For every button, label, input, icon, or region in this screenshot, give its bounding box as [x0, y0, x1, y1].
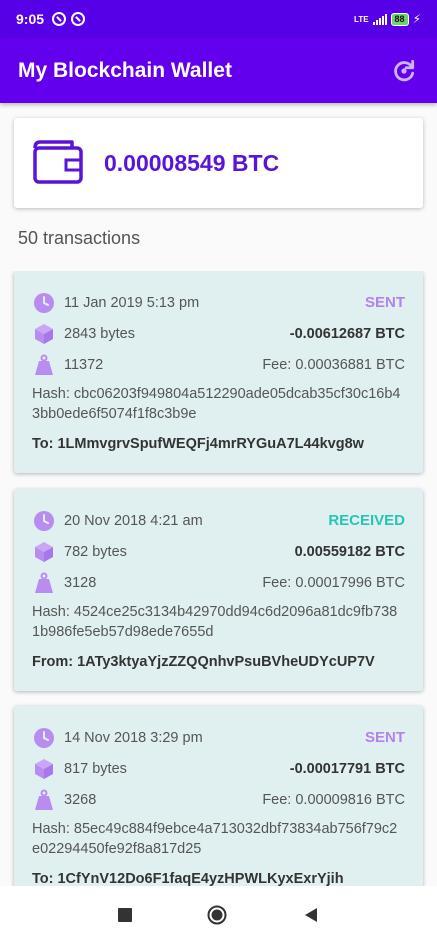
transaction-weight: 3268	[64, 791, 97, 808]
transaction-status: SENT	[364, 729, 405, 746]
transaction-card[interactable]: 20 Nov 2018 4:21 am RECEIVED 782 bytes 0…	[14, 489, 423, 691]
transaction-hash: Hash: 85ec49c884f9ebce4a713032dbf73834ab…	[32, 821, 398, 857]
transaction-hash: Hash: cbc06203f949804a512290ade05dcab35c…	[32, 386, 401, 422]
transaction-list[interactable]: 11 Jan 2019 5:13 pm SENT 2843 bytes -0.0…	[0, 271, 437, 886]
app-bar: My Blockchain Wallet	[0, 38, 437, 103]
status-time: 9:05	[16, 11, 45, 27]
transaction-status: RECEIVED	[328, 512, 405, 529]
transaction-date: 11 Jan 2019 5:13 pm	[64, 294, 200, 311]
cube-icon	[32, 540, 56, 564]
battery-level: 88	[390, 12, 409, 26]
signal-icon	[372, 13, 387, 25]
clock-icon	[32, 291, 56, 315]
transaction-date: 20 Nov 2018 4:21 am	[64, 512, 203, 529]
square-icon[interactable]	[117, 907, 132, 927]
clock-icon	[32, 726, 56, 750]
refresh-icon[interactable]	[389, 56, 419, 86]
transaction-fee: Fee: 0.00036881 BTC	[262, 356, 405, 373]
transaction-fee: Fee: 0.00017996 BTC	[262, 574, 405, 591]
weight-icon	[32, 571, 56, 595]
transaction-size: 817 bytes	[64, 760, 127, 777]
transaction-peer: From: 1ATy3ktyaYjzZZQQnhvPsuBVheUDYcUP7V	[32, 654, 375, 670]
transaction-amount: -0.00612687 BTC	[289, 325, 405, 342]
transaction-size: 2843 bytes	[64, 325, 135, 342]
cube-icon	[32, 757, 56, 781]
transaction-peer: To: 1CfYnV12Do6F1faqE4yzHPWLKyxExrYjih	[32, 871, 344, 886]
transaction-amount: 0.00559182 BTC	[294, 543, 405, 560]
weight-icon	[32, 353, 56, 377]
notification-icon	[71, 12, 86, 26]
balance-card: 0.00008549 BTC	[14, 118, 423, 208]
triangle-back-icon[interactable]	[303, 907, 319, 928]
status-bar: 9:05 LTE 88 ⚡	[0, 0, 437, 38]
transaction-date: 14 Nov 2018 3:29 pm	[64, 729, 203, 746]
circle-icon[interactable]	[207, 905, 227, 930]
transaction-card[interactable]: 11 Jan 2019 5:13 pm SENT 2843 bytes -0.0…	[14, 271, 423, 473]
transaction-peer: To: 1LMmvgrvSpufWEQFj4mrRYGuA7L44kvg8w	[32, 436, 364, 452]
transaction-fee: Fee: 0.00009816 BTC	[262, 791, 405, 808]
transaction-count: 50 transactions	[18, 228, 141, 248]
clock-icon	[32, 509, 56, 533]
wallet-icon	[32, 136, 86, 191]
balance-amount: 0.00008549 BTC	[104, 149, 280, 176]
transaction-status: SENT	[364, 294, 405, 311]
transaction-weight: 3128	[64, 574, 97, 591]
transaction-weight: 11372	[64, 356, 104, 373]
weight-icon	[32, 788, 56, 812]
navigation-bar	[0, 886, 437, 948]
cube-icon	[32, 322, 56, 346]
transaction-amount: -0.00017791 BTC	[289, 760, 405, 777]
charging-icon: ⚡	[412, 12, 421, 26]
transaction-hash: Hash: 4524ce25c3134b42970dd94c6d2096a81d…	[32, 604, 398, 640]
transaction-size: 782 bytes	[64, 543, 127, 560]
network-type: LTE	[354, 14, 369, 24]
app-title: My Blockchain Wallet	[18, 58, 232, 82]
notification-icon	[52, 12, 67, 26]
transaction-card[interactable]: 14 Nov 2018 3:29 pm SENT 817 bytes -0.00…	[14, 706, 423, 886]
